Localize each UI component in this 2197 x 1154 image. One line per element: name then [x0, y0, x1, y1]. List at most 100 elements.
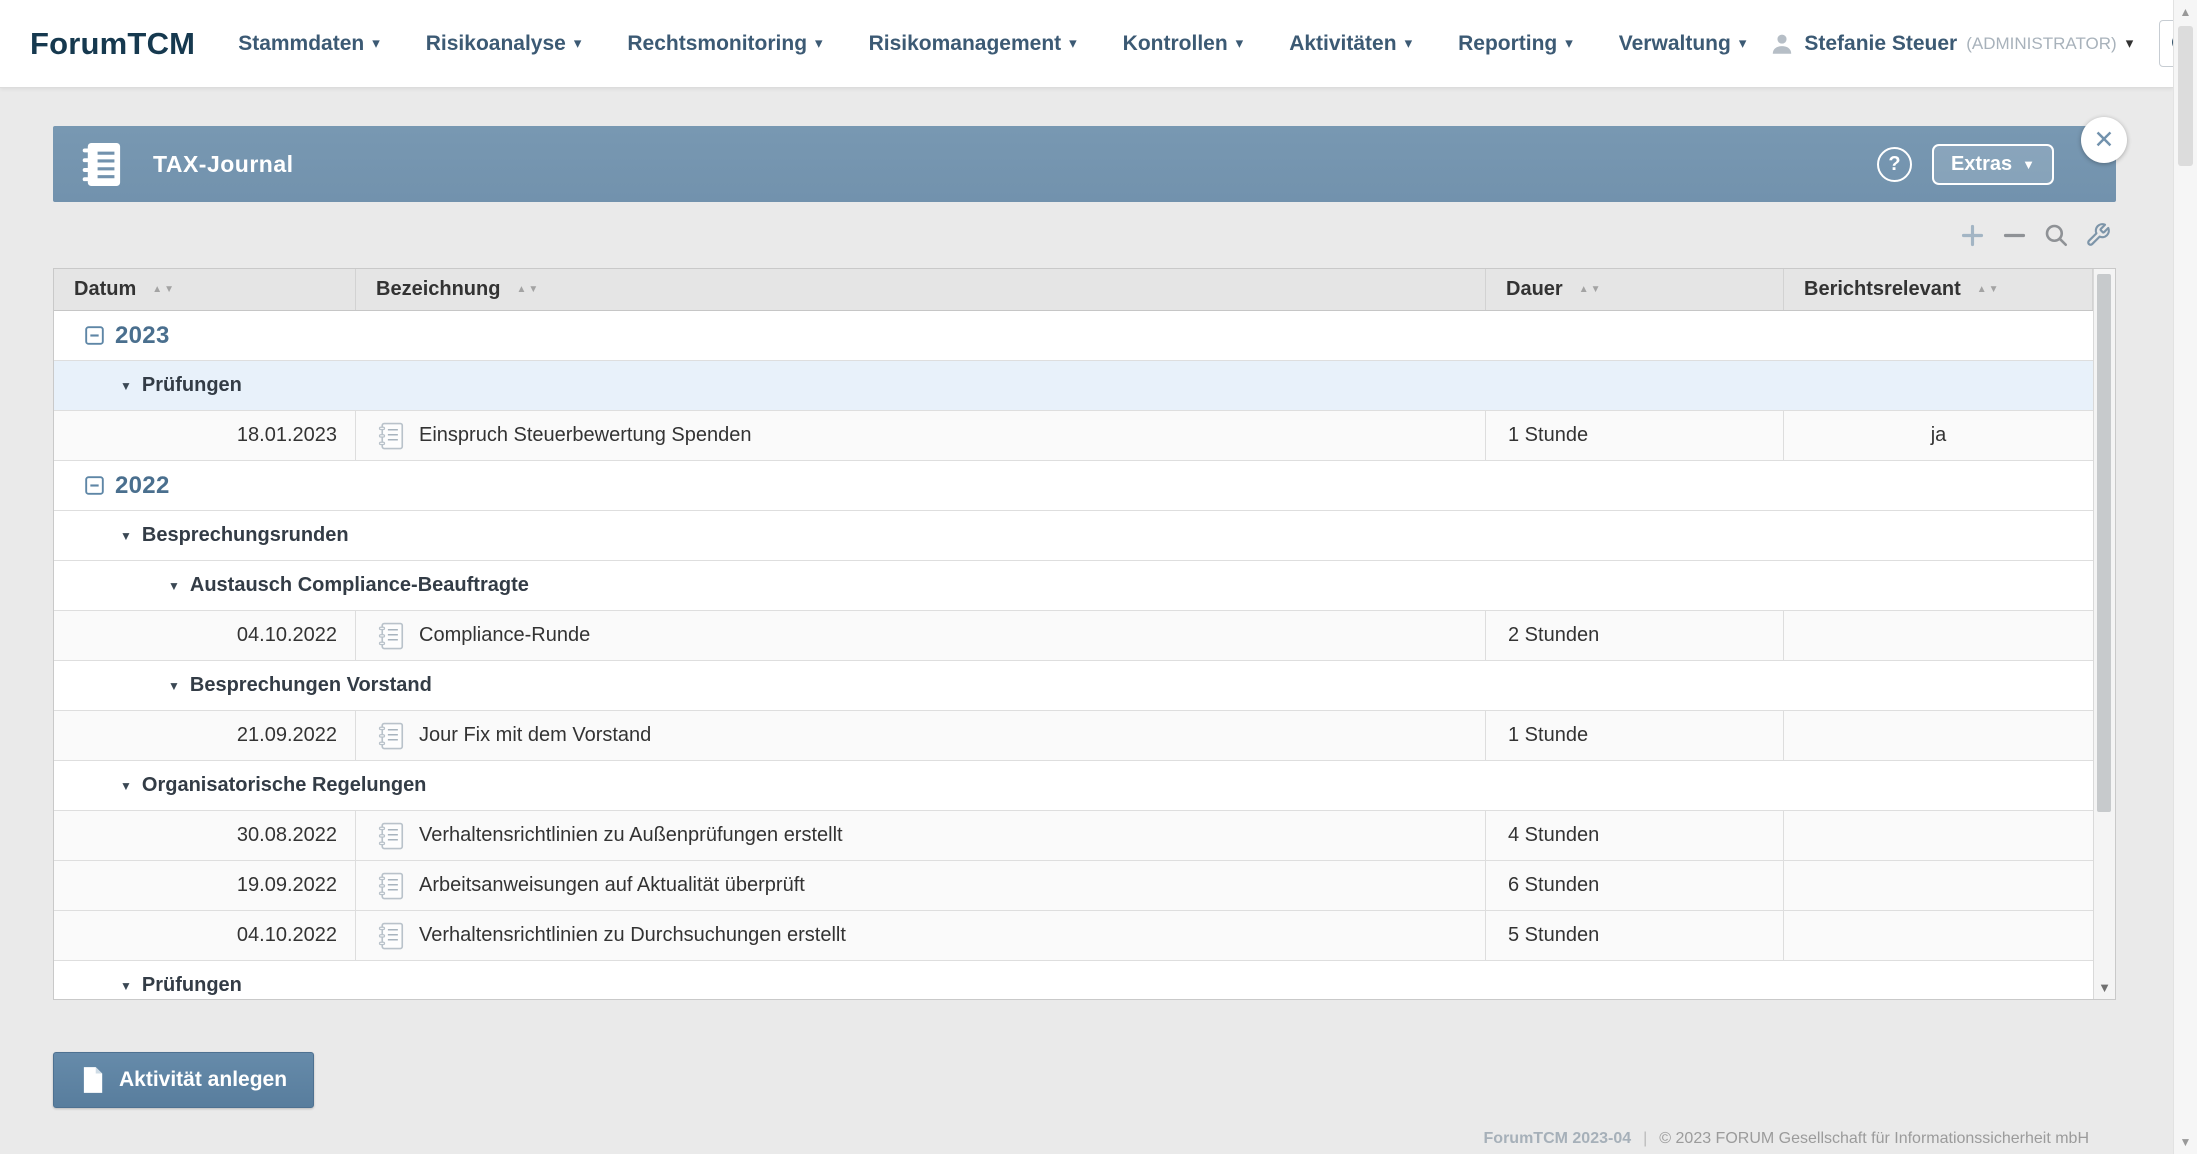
expand-all-icon[interactable]	[1958, 221, 1986, 249]
note-icon	[376, 821, 406, 851]
chevron-down-icon: ▾	[1405, 36, 1413, 51]
extras-label: Extras	[1951, 153, 2012, 176]
category-group-label: Prüfungen	[142, 974, 242, 997]
nav-item-label: Aktivitäten	[1289, 32, 1396, 56]
user-name: Stefanie Steuer	[1804, 32, 1957, 56]
close-icon: ✕	[2094, 125, 2115, 155]
triangle-down-icon[interactable]: ▼	[120, 980, 132, 992]
year-group-row[interactable]: 2022	[54, 461, 2115, 511]
nav-item-reporting[interactable]: Reporting▾	[1435, 32, 1596, 56]
nav-item-stammdaten[interactable]: Stammdaten▾	[215, 32, 403, 56]
category-group-label: Organisatorische Regelungen	[142, 774, 427, 797]
table-scrollbar[interactable]: ▼	[2093, 269, 2115, 999]
activity-name-cell: Verhaltensrichtlinien zu Durchsuchungen …	[356, 911, 1486, 960]
journal-icon	[78, 140, 125, 189]
table-search-icon[interactable]	[2042, 221, 2070, 249]
app-logo[interactable]: ForumTCM	[30, 26, 195, 62]
column-header-label: Berichtsrelevant	[1804, 278, 1961, 301]
triangle-down-icon[interactable]: ▼	[168, 580, 180, 592]
activity-row[interactable]: 19.09.2022Arbeitsanweisungen auf Aktuali…	[54, 861, 2115, 911]
activity-row[interactable]: 04.10.2022Compliance-Runde2 Stunden	[54, 611, 2115, 661]
category-group-label: Besprechungen Vorstand	[190, 674, 432, 697]
category-group-row[interactable]: ▼ Besprechungen Vorstand	[54, 661, 2115, 711]
chevron-down-icon: ▾	[1739, 36, 1747, 51]
table-scrollbar-thumb[interactable]	[2097, 274, 2111, 812]
triangle-down-icon[interactable]: ▼	[120, 780, 132, 792]
sort-arrows-icon[interactable]: ▲▼	[152, 285, 174, 295]
activity-row[interactable]: 21.09.2022Jour Fix mit dem Vorstand1 Stu…	[54, 711, 2115, 761]
top-navigation-bar: ForumTCM Stammdaten▾Risikoanalyse▾Rechts…	[0, 0, 2173, 88]
chevron-down-icon: ▼	[2022, 157, 2035, 172]
page-scrollbar[interactable]: ▲ ▼	[2173, 0, 2197, 1154]
activity-label: Arbeitsanweisungen auf Aktualität überpr…	[419, 874, 805, 897]
collapse-icon[interactable]	[85, 476, 104, 495]
create-activity-label: Aktivität anlegen	[119, 1068, 287, 1092]
nav-item-label: Verwaltung	[1619, 32, 1731, 56]
chevron-down-icon: ▾	[1069, 36, 1077, 51]
activity-date: 21.09.2022	[54, 711, 356, 760]
extras-button[interactable]: Extras ▼	[1932, 144, 2054, 185]
column-header-berichtsrelevant[interactable]: Berichtsrelevant ▲▼	[1784, 269, 2093, 310]
close-button[interactable]: ✕	[2081, 117, 2127, 163]
category-group-row[interactable]: ▼ Prüfungen	[54, 361, 2115, 411]
activity-date: 30.08.2022	[54, 811, 356, 860]
category-group-row[interactable]: ▼ Prüfungen	[54, 961, 2115, 1000]
year-group-label: 2022	[115, 472, 170, 500]
nav-item-risikoanalyse[interactable]: Risikoanalyse▾	[403, 32, 605, 56]
column-header-label: Dauer	[1506, 278, 1563, 301]
triangle-down-icon[interactable]: ▼	[120, 380, 132, 392]
note-icon	[376, 921, 406, 951]
help-button[interactable]: ?	[1877, 147, 1912, 182]
activity-name-cell: Jour Fix mit dem Vorstand	[356, 711, 1486, 760]
chevron-down-icon: ▾	[372, 36, 380, 51]
footer-version: ForumTCM 2023-04	[1484, 1130, 1632, 1148]
column-header-label: Datum	[74, 278, 136, 301]
nav-item-label: Risikomanagement	[869, 32, 1062, 56]
nav-item-label: Rechtsmonitoring	[627, 32, 807, 56]
scroll-up-icon[interactable]: ▲	[2174, 5, 2197, 19]
column-header-bezeichnung[interactable]: Bezeichnung▲▼	[356, 269, 1486, 310]
document-icon	[80, 1066, 105, 1094]
category-group-row[interactable]: ▼ Organisatorische Regelungen	[54, 761, 2115, 811]
nav-item-verwaltung[interactable]: Verwaltung ▾	[1596, 32, 1770, 56]
nav-item-aktivit-ten[interactable]: Aktivitäten ▾	[1266, 32, 1435, 56]
sort-arrows-icon[interactable]: ▲▼	[1579, 285, 1601, 295]
nav-item-risikomanagement[interactable]: Risikomanagement ▾	[846, 32, 1100, 56]
category-group-row[interactable]: ▼ Austausch Compliance-Beauftragte	[54, 561, 2115, 611]
activity-row[interactable]: 30.08.2022Verhaltensrichtlinien zu Außen…	[54, 811, 2115, 861]
user-menu[interactable]: Stefanie Steuer (ADMINISTRATOR) ▾	[1769, 31, 2133, 57]
chevron-down-icon: ▾	[1236, 36, 1244, 51]
scroll-down-icon[interactable]: ▼	[2174, 1135, 2197, 1149]
activity-name-cell: Verhaltensrichtlinien zu Außenprüfungen …	[356, 811, 1486, 860]
table-body: 2023 ▼ Prüfungen 18.01.2023Einspruch Steuer…	[54, 311, 2115, 1000]
footer-separator: |	[1643, 1130, 1647, 1148]
year-group-row[interactable]: 2023	[54, 311, 2115, 361]
nav-item-rechtsmonitoring[interactable]: Rechtsmonitoring▾	[604, 32, 845, 56]
activity-row[interactable]: 18.01.2023Einspruch Steuerbewertung Spen…	[54, 411, 2115, 461]
page-scrollbar-thumb[interactable]	[2178, 26, 2193, 166]
activity-label: Verhaltensrichtlinien zu Durchsuchungen …	[419, 924, 846, 947]
collapse-all-icon[interactable]	[2000, 221, 2028, 249]
nav-item-label: Kontrollen	[1123, 32, 1228, 56]
category-group-row[interactable]: ▼Besprechungsrunden	[54, 511, 2115, 561]
nav-item-kontrollen[interactable]: Kontrollen ▾	[1100, 32, 1267, 56]
sort-arrows-icon[interactable]: ▲▼	[1977, 285, 1999, 295]
help-label: ?	[1888, 153, 1900, 176]
activity-row[interactable]: 04.10.2022Verhaltensrichtlinien zu Durch…	[54, 911, 2115, 961]
column-header-dauer[interactable]: Dauer ▲▼	[1486, 269, 1784, 310]
table-settings-icon[interactable]	[2084, 221, 2112, 249]
category-group-label: Austausch Compliance-Beauftragte	[190, 574, 529, 597]
collapse-icon[interactable]	[85, 326, 104, 345]
activity-name-cell: Arbeitsanweisungen auf Aktualität überpr…	[356, 861, 1486, 910]
create-activity-button[interactable]: Aktivität anlegen	[53, 1052, 314, 1108]
activity-report-flag	[1784, 861, 2093, 910]
activity-duration: 4 Stunden	[1486, 811, 1784, 860]
activity-report-flag	[1784, 811, 2093, 860]
scroll-down-icon[interactable]: ▼	[2094, 980, 2115, 995]
sort-arrows-icon[interactable]: ▲▼	[516, 285, 538, 295]
triangle-down-icon[interactable]: ▼	[120, 530, 132, 542]
category-group-label: Prüfungen	[142, 374, 242, 397]
triangle-down-icon[interactable]: ▼	[168, 680, 180, 692]
column-header-datum[interactable]: Datum ▲▼	[54, 269, 356, 310]
chevron-down-icon: ▾	[1565, 36, 1573, 51]
